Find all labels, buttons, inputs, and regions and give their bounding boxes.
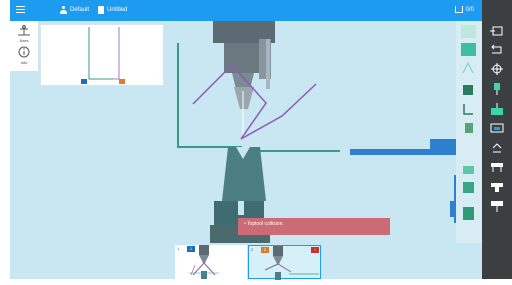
die-icon: [463, 85, 473, 95]
upper-clamp-bar: [266, 39, 270, 89]
gauge-button[interactable]: [461, 103, 476, 116]
upload-icon[interactable]: [489, 24, 505, 38]
collision-message: • Toptool collision.: [244, 221, 284, 227]
lower-tool-icon: [463, 182, 474, 193]
file-icon: [98, 6, 104, 14]
bend-step-1[interactable]: 1 1: [175, 245, 247, 279]
upper-tool-icon: [463, 166, 474, 174]
collision-warning: • Toptool collision.: [238, 218, 390, 235]
machine-panel: [456, 21, 482, 243]
rotate-icon[interactable]: [489, 141, 505, 155]
user-selector[interactable]: Default: [60, 6, 89, 14]
machine-settings-icon[interactable]: [489, 199, 505, 213]
file-label: Untitled: [107, 7, 128, 13]
preview-profile: [88, 27, 113, 80]
user-icon: [60, 6, 67, 14]
axes-label: Axes: [19, 38, 29, 43]
info-label: Info: [20, 60, 28, 65]
lower-tool-slot: [238, 201, 244, 215]
user-label: Default: [70, 7, 90, 13]
backgauge-icon: [465, 123, 473, 133]
app-window: Default Untitled 0/0 Axes Info • Toptool…: [0, 0, 512, 280]
bend-step-badge: 2: [261, 247, 269, 253]
top-bar: Default Untitled 0/0: [10, 0, 482, 21]
backgauge-library-button[interactable]: [461, 121, 476, 134]
axes-button[interactable]: Axes: [10, 23, 38, 45]
bend-step-index: 1: [177, 246, 180, 251]
profile-preview-drawing: [81, 27, 125, 84]
bend-step-2[interactable]: 2 2 !: [248, 245, 321, 280]
info-button[interactable]: Info: [10, 45, 38, 67]
profile-preview[interactable]: [40, 24, 164, 86]
menu-icon[interactable]: [16, 6, 25, 14]
tool-icon: [454, 6, 463, 13]
screen-icon[interactable]: [489, 122, 505, 136]
die-library-button[interactable]: [461, 83, 476, 96]
info-icon: [18, 46, 30, 58]
undo-icon[interactable]: [489, 43, 505, 57]
punch-library-button[interactable]: [461, 43, 476, 56]
preview-marker-1: [81, 79, 87, 84]
file-selector[interactable]: Untitled: [98, 6, 127, 14]
bend-step-warning: !: [311, 247, 319, 253]
step-counter-label: 0/0: [465, 6, 474, 13]
sheet-part: [192, 63, 317, 140]
bend-step-badge: 1: [187, 246, 195, 252]
die-select-icon[interactable]: [489, 102, 505, 116]
bend-step-index: 2: [251, 247, 254, 252]
machine-icon: [463, 207, 474, 220]
flip-part-button[interactable]: [461, 61, 476, 74]
step-counter[interactable]: 0/0: [454, 6, 474, 13]
upper-tool-button[interactable]: [461, 163, 476, 176]
punch-select-icon[interactable]: [489, 82, 505, 96]
flip-icon: [462, 61, 474, 74]
punch-tip: [234, 87, 254, 109]
bend-step-1-thumbnail: [189, 245, 219, 279]
lower-tool-button[interactable]: [461, 181, 476, 194]
left-toolbar: Axes Info: [10, 21, 38, 71]
preview-marker-2: [119, 79, 125, 84]
backgauge-arm: [350, 139, 462, 155]
tool-library-button[interactable]: [461, 25, 476, 38]
right-toolbar: [482, 0, 512, 279]
bend-sequence-icon[interactable]: [489, 180, 505, 194]
axes-icon: [18, 25, 30, 36]
gauge-finger-icon[interactable]: [489, 160, 505, 174]
machine-button[interactable]: [461, 207, 476, 220]
preview-profile-right: [113, 27, 120, 80]
gauge-icon: [463, 104, 473, 115]
target-icon[interactable]: [489, 62, 505, 76]
